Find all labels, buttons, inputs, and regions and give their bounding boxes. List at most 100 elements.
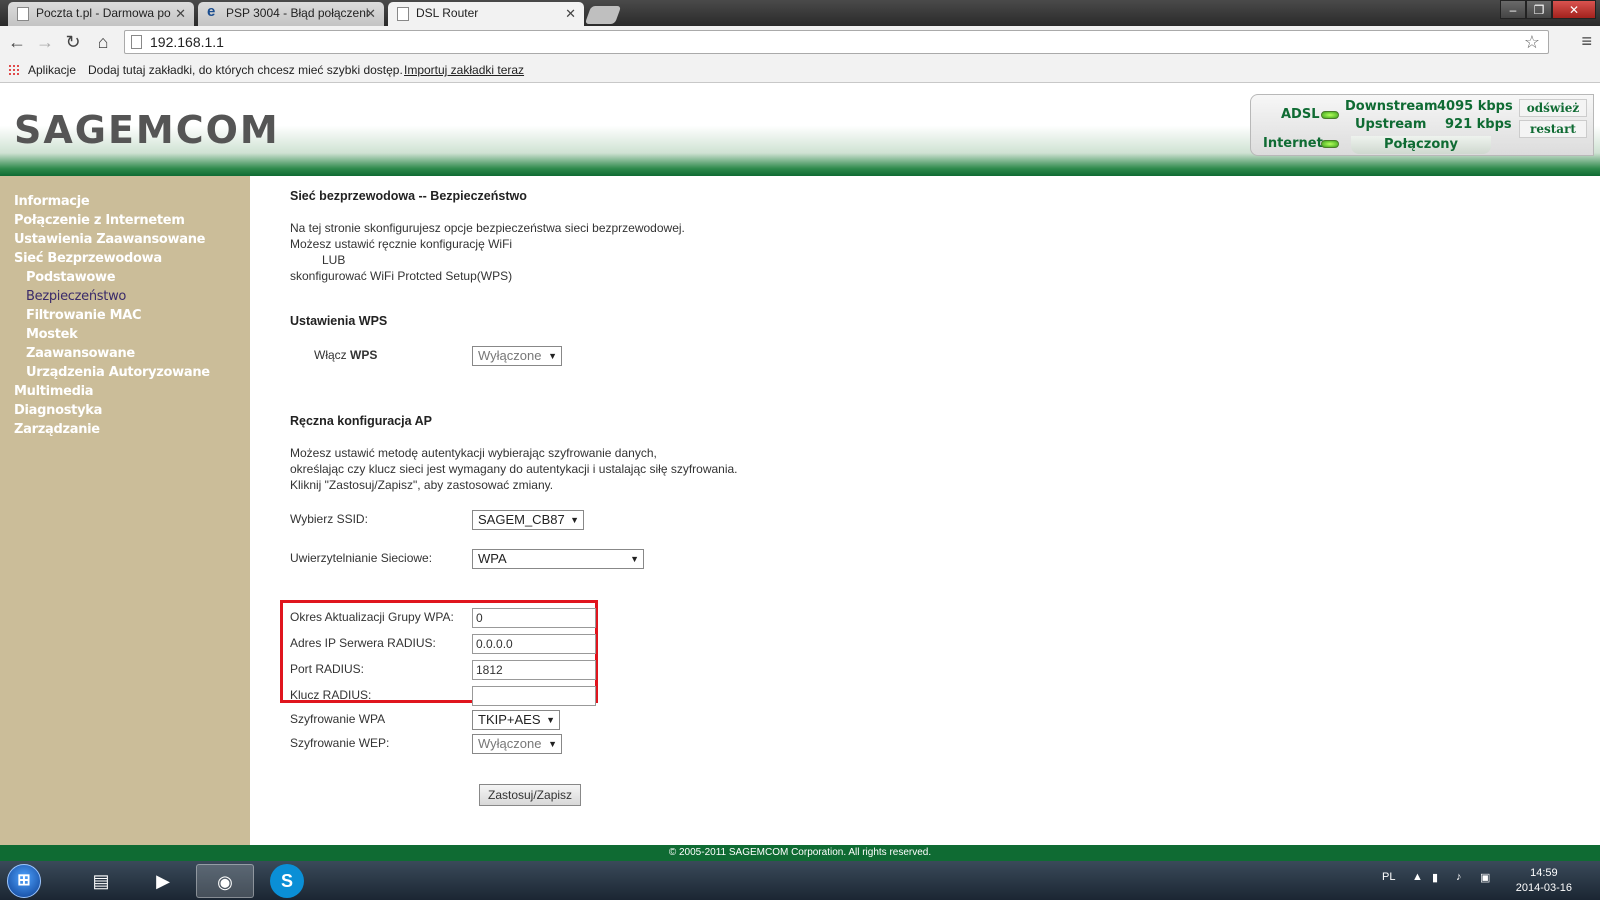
internet-led-icon [1321, 140, 1339, 148]
maximize-icon[interactable]: ❐ [1526, 0, 1552, 19]
skype-icon[interactable]: S [270, 864, 304, 898]
volume-icon[interactable]: ♪ [1456, 871, 1462, 883]
back-icon[interactable]: ← [6, 31, 28, 53]
chrome-icon[interactable]: ◉ [196, 864, 254, 898]
ie-icon: e [207, 3, 216, 20]
wpa-encryption-select[interactable]: TKIP+AES ▼ [472, 710, 560, 730]
page-footer: © 2005-2011 SAGEMCOM Corporation. All ri… [0, 845, 1600, 861]
sidebar-item-diagnostics[interactable]: Diagnostyka [0, 401, 250, 420]
tray-expand-icon[interactable]: ▲ [1412, 871, 1423, 883]
clock-date: 2014-03-16 [1515, 882, 1572, 894]
menu-icon[interactable]: ≡ [1581, 32, 1592, 50]
close-icon[interactable]: ✕ [365, 2, 376, 25]
tab-dsl-router[interactable]: DSL Router ✕ [388, 2, 584, 26]
media-player-icon[interactable]: ▶ [134, 864, 192, 898]
network-icon[interactable]: ▮ [1432, 871, 1438, 884]
sidebar-item-wireless-advanced[interactable]: Zaawansowane [0, 344, 250, 363]
page-icon [131, 35, 142, 49]
radius-key-input[interactable] [472, 686, 596, 706]
sidebar-item-multimedia[interactable]: Multimedia [0, 382, 250, 401]
sidebar-item-wireless[interactable]: Sieć Bezprzewodowa [0, 249, 250, 268]
sidebar-item-basic[interactable]: Podstawowe [0, 268, 250, 287]
wpa-group-input[interactable]: 0 [472, 608, 596, 628]
tab-title: PSP 3004 - Błąd połączeni [226, 6, 369, 20]
radius-port-input[interactable]: 1812 [472, 660, 596, 680]
dropdown-arrow-icon: ▼ [548, 739, 557, 749]
refresh-button[interactable]: odśwież [1519, 99, 1587, 117]
explorer-icon[interactable]: ▤ [72, 864, 130, 898]
wps-section-title: Ustawienia WPS [290, 314, 388, 328]
auth-label: Uwierzytelnianie Sieciowe: [290, 551, 433, 565]
page-icon [397, 7, 409, 21]
reload-icon[interactable]: ↻ [62, 31, 84, 53]
tab-title: DSL Router [416, 6, 479, 20]
bookmarks-hint: Dodaj tutaj zakładki, do których chcesz … [88, 63, 403, 77]
sidebar-item-advanced-settings[interactable]: Ustawienia Zaawansowane [0, 230, 250, 249]
url-text: 192.168.1.1 [150, 34, 224, 50]
sidebar-item-internet-connection[interactable]: Połączenie z Internetem [0, 211, 250, 230]
windows-start-icon[interactable]: ⊞ [7, 864, 41, 898]
apps-icon[interactable] [8, 64, 20, 76]
close-icon[interactable]: ✕ [565, 2, 576, 25]
sidebar-item-security[interactable]: Bezpieczeństwo [0, 287, 250, 306]
downstream-label: Downstream [1345, 99, 1438, 114]
browser-toolbar: ← → ↻ ⌂ 192.168.1.1 ☆ ≡ [0, 26, 1600, 58]
sidebar-item-bridge[interactable]: Mostek [0, 325, 250, 344]
radius-port-label: Port RADIUS: [290, 662, 365, 676]
radius-key-label: Klucz RADIUS: [290, 688, 372, 702]
wpa-encryption-value: TKIP+AES [478, 712, 541, 727]
wpa-group-label: Okres Aktualizacji Grupy WPA: [290, 610, 454, 624]
ssid-label: Wybierz SSID: [290, 512, 368, 526]
sidebar-item-management[interactable]: Zarządzanie [0, 420, 250, 439]
intro-line-1: Na tej stronie skonfigurujesz opcje bezp… [290, 221, 685, 235]
downstream-value: 4095 kbps [1437, 99, 1513, 114]
language-indicator[interactable]: PL [1382, 871, 1395, 883]
main-content: Sieć bezprzewodowa -- Bezpieczeństwo Na … [280, 176, 1590, 845]
wps-select[interactable]: Wyłączone ▼ [472, 346, 562, 366]
manual-desc-2: określając czy klucz sieci jest wymagany… [290, 462, 738, 476]
connection-status-panel: ADSL Downstream 4095 kbps Upstream 921 k… [1250, 94, 1594, 156]
close-window-icon[interactable]: ✕ [1552, 0, 1596, 19]
auth-select[interactable]: WPA ▼ [472, 549, 644, 569]
tab-poczta[interactable]: Poczta t.pl - Darmowa po ✕ [8, 2, 194, 26]
clock[interactable]: 14:59 2014-03-16 [1516, 866, 1572, 896]
power-icon[interactable]: ▣ [1480, 871, 1490, 884]
manual-desc-1: Możesz ustawić metodę autentykacji wybie… [290, 446, 657, 460]
page-title: Sieć bezprzewodowa -- Bezpieczeństwo [290, 189, 527, 203]
page-icon [17, 7, 29, 21]
sidebar-item-mac-filter[interactable]: Filtrowanie MAC [0, 306, 250, 325]
manual-section-title: Ręczna konfiguracja AP [290, 414, 432, 428]
ssid-select[interactable]: SAGEM_CB87 ▼ [472, 510, 584, 530]
adsl-label: ADSL [1281, 107, 1320, 122]
radius-ip-label: Adres IP Serwera RADIUS: [290, 636, 436, 650]
restart-button[interactable]: restart [1519, 120, 1587, 138]
new-tab-button[interactable] [584, 6, 622, 24]
upstream-label: Upstream [1355, 117, 1427, 132]
wps-select-value: Wyłączone [478, 348, 542, 363]
wps-enable-prefix: Włącz [314, 348, 347, 362]
bookmark-apps[interactable]: Aplikacje [28, 63, 76, 77]
wep-encryption-value: Wyłączone [478, 736, 542, 751]
manual-desc-3: Kliknij "Zastosuj/Zapisz", aby zastosowa… [290, 478, 554, 492]
forward-icon[interactable]: → [34, 31, 56, 53]
apply-save-button[interactable]: Zastosuj/Zapisz [479, 784, 582, 806]
home-icon[interactable]: ⌂ [92, 31, 114, 53]
router-header: SAGEMCOM ADSL Downstream 4095 kbps Upstr… [0, 84, 1600, 176]
address-bar[interactable]: 192.168.1.1 ☆ [124, 30, 1549, 54]
auth-select-value: WPA [478, 551, 507, 566]
star-icon[interactable]: ☆ [1524, 31, 1540, 53]
sidebar-nav: Informacje Połączenie z Internetem Ustaw… [0, 176, 250, 845]
intro-line-4: skonfigurować WiFi Protcted Setup(WPS) [290, 269, 513, 283]
sidebar-item-authorized-devices[interactable]: Urządzenia Autoryzowane [0, 363, 250, 382]
tab-psp[interactable]: e PSP 3004 - Błąd połączeni ✕ [198, 2, 384, 26]
wpa-encryption-label: Szyfrowanie WPA [290, 712, 386, 726]
windows-taskbar: ⊞ ▤ ▶ ◉ S PL ▲ ▮ ♪ ▣ 14:59 2014-03-16 [0, 861, 1600, 900]
close-icon[interactable]: ✕ [175, 2, 186, 25]
bookmarks-bar: Aplikacje Dodaj tutaj zakładki, do który… [0, 58, 1600, 83]
import-bookmarks-link[interactable]: Importuj zakładki teraz [404, 63, 524, 77]
radius-ip-input[interactable]: 0.0.0.0 [472, 634, 596, 654]
wep-encryption-select[interactable]: Wyłączone ▼ [472, 734, 562, 754]
sidebar-item-informacje[interactable]: Informacje [0, 192, 250, 211]
wps-enable-label: Włącz WPS [314, 348, 377, 362]
minimize-icon[interactable]: – [1500, 0, 1526, 19]
